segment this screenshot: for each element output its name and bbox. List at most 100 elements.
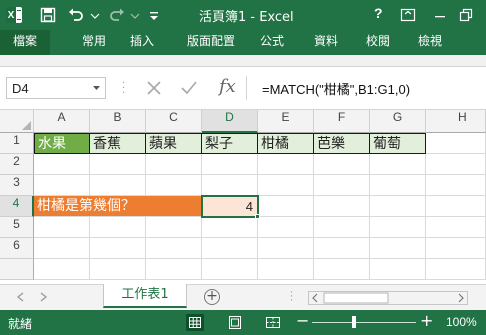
grid-cell[interactable] [314, 217, 370, 238]
zoom-slider-thumb[interactable] [352, 316, 356, 328]
grid-cell[interactable] [426, 259, 486, 280]
grid-cell[interactable] [370, 217, 426, 238]
grid-cell[interactable] [314, 259, 370, 280]
grid-cell[interactable] [258, 175, 314, 196]
horizontal-scrollbar[interactable] [308, 291, 468, 305]
row-header-2[interactable]: 2 [0, 154, 34, 175]
grid-cell[interactable] [34, 154, 90, 175]
grid-cell[interactable] [34, 175, 90, 196]
tab-split-handle[interactable]: · · · [290, 289, 293, 306]
grid-cell[interactable] [426, 196, 486, 217]
grid-cell[interactable] [34, 238, 90, 259]
save-icon[interactable] [40, 7, 56, 23]
grid-cell[interactable] [314, 196, 370, 217]
cell-f1[interactable]: 芭樂 [314, 133, 370, 154]
minimize-icon[interactable] [432, 7, 448, 23]
grid-cell[interactable] [426, 238, 486, 259]
grid-cell[interactable] [146, 238, 202, 259]
column-header-f[interactable]: F [314, 110, 370, 133]
grid-cell[interactable] [258, 259, 314, 280]
formula-bar-splitter[interactable]: · · · [122, 79, 126, 99]
select-all-corner[interactable] [0, 110, 34, 133]
grid-cell[interactable] [202, 259, 258, 280]
cell-g1[interactable]: 葡萄 [370, 133, 426, 154]
row-header-4[interactable]: 4 [0, 196, 34, 217]
grid-cell[interactable] [426, 217, 486, 238]
tab-data[interactable]: 資料 [306, 30, 346, 55]
customize-qat-icon[interactable] [148, 7, 160, 23]
grid-cell[interactable] [90, 238, 146, 259]
insert-function-icon[interactable]: fx [219, 76, 236, 97]
grid-cell[interactable] [202, 154, 258, 175]
cancel-icon[interactable] [145, 79, 163, 97]
help-icon[interactable]: ? [374, 5, 383, 21]
grid-cell[interactable] [146, 175, 202, 196]
tab-file[interactable]: 檔案 [0, 30, 50, 55]
enter-icon[interactable] [180, 79, 198, 97]
grid-cell[interactable] [90, 154, 146, 175]
column-header-a[interactable]: A [34, 110, 90, 133]
column-header-d[interactable]: D [202, 110, 258, 133]
grid-cell[interactable] [370, 259, 426, 280]
grid-cell[interactable] [258, 154, 314, 175]
cell-b1[interactable]: 香蕉 [90, 133, 146, 154]
grid-cell[interactable] [202, 175, 258, 196]
zoom-slider[interactable] [312, 322, 416, 323]
cell-a4[interactable]: 柑橘是第幾個？ [34, 196, 202, 217]
redo-icon[interactable] [109, 7, 125, 23]
tab-view[interactable]: 檢視 [410, 30, 450, 55]
grid-cell[interactable] [314, 238, 370, 259]
column-header-g[interactable]: G [370, 110, 426, 133]
grid-cell[interactable] [202, 217, 258, 238]
fill-handle[interactable] [255, 214, 260, 219]
normal-view-icon[interactable] [186, 314, 204, 331]
tab-insert[interactable]: 插入 [122, 30, 162, 55]
zoom-in-button[interactable]: + [420, 311, 433, 330]
grid-cell[interactable] [202, 238, 258, 259]
cell-d1[interactable]: 梨子 [202, 133, 258, 154]
grid-cell[interactable] [34, 259, 90, 280]
tab-page-layout[interactable]: 版面配置 [176, 30, 246, 55]
grid-cell[interactable] [370, 238, 426, 259]
grid-cell[interactable] [370, 196, 426, 217]
column-header-h[interactable]: H [426, 110, 486, 133]
scroll-sheets-right-icon[interactable] [40, 292, 48, 302]
row-header-1[interactable]: 1 [0, 133, 34, 154]
scroll-sheets-left-icon[interactable] [16, 292, 24, 302]
add-sheet-icon[interactable]: + [204, 289, 220, 305]
grid-cell[interactable] [370, 175, 426, 196]
formula-input[interactable]: =MATCH("柑橘",B1:G1,0) [262, 79, 410, 98]
grid-cell[interactable] [90, 175, 146, 196]
grid-cell[interactable] [426, 175, 486, 196]
cell-a1[interactable]: 水果 [34, 133, 90, 154]
grid-cell[interactable] [314, 175, 370, 196]
grid-cell[interactable] [146, 259, 202, 280]
row-header-5[interactable]: 5 [0, 217, 34, 238]
zoom-level[interactable]: 100% [446, 315, 477, 329]
grid-cell[interactable] [258, 196, 314, 217]
grid-cell[interactable] [34, 217, 90, 238]
grid-cell[interactable] [426, 133, 486, 154]
tab-home[interactable]: 常用 [74, 30, 114, 55]
restore-icon[interactable] [458, 7, 474, 23]
name-box[interactable]: D4 [6, 77, 106, 99]
row-header-3[interactable]: 3 [0, 175, 34, 196]
tab-formulas[interactable]: 公式 [252, 30, 292, 55]
cell-c1[interactable]: 蘋果 [146, 133, 202, 154]
zoom-out-button[interactable]: − [296, 311, 309, 330]
sheet-tab-active[interactable]: 工作表1 [103, 284, 187, 308]
column-header-e[interactable]: E [258, 110, 314, 133]
page-break-view-icon[interactable] [264, 314, 282, 331]
row-header-6[interactable]: 6 [0, 238, 34, 259]
grid-cell[interactable] [258, 238, 314, 259]
page-layout-view-icon[interactable] [226, 314, 244, 331]
column-header-b[interactable]: B [90, 110, 146, 133]
column-header-c[interactable]: C [146, 110, 202, 133]
grid-cell[interactable] [426, 154, 486, 175]
undo-icon[interactable] [68, 7, 84, 23]
name-box-dropdown-icon[interactable] [92, 83, 101, 93]
tab-review[interactable]: 校閱 [358, 30, 398, 55]
grid-cell[interactable] [258, 217, 314, 238]
cell-e1[interactable]: 柑橘 [258, 133, 314, 154]
grid-cell[interactable] [146, 154, 202, 175]
